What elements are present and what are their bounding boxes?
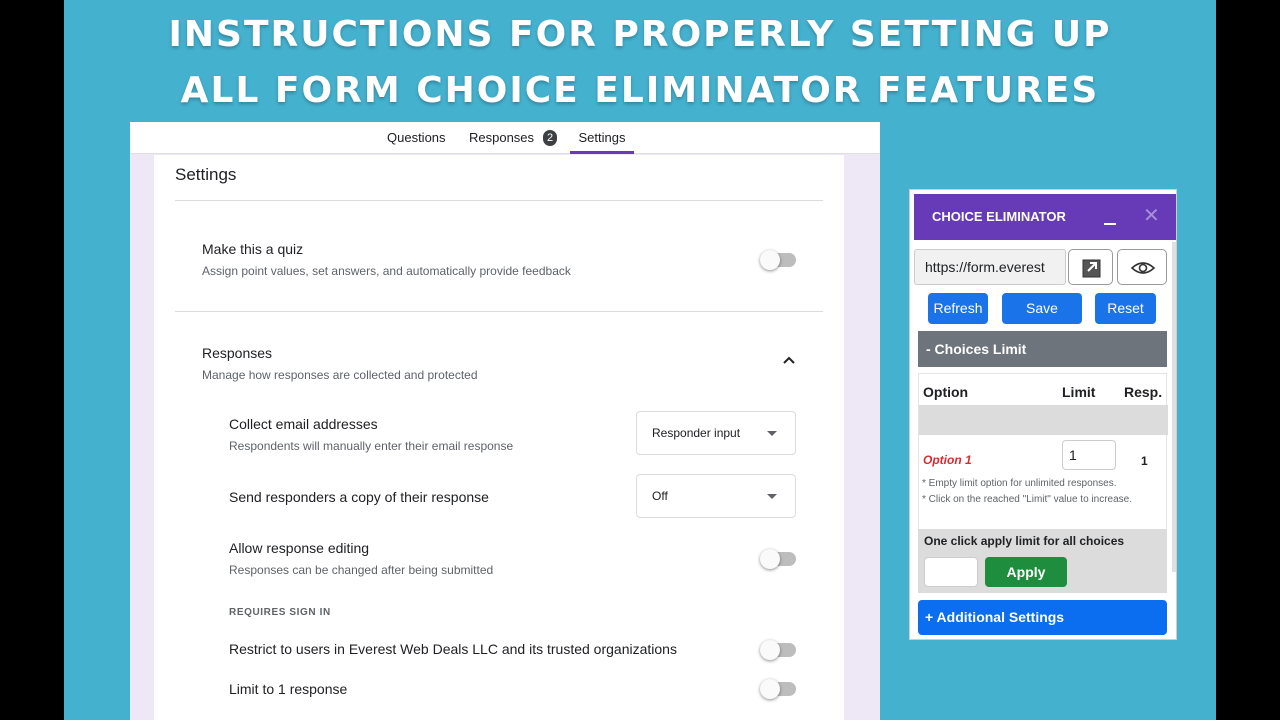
- one-click-apply-label: One click apply limit for all choices: [924, 534, 1125, 548]
- allow-editing-toggle[interactable]: [760, 549, 796, 569]
- banner-title-line-2: ALL FORM CHOICE ELIMINATOR FEATURES: [180, 70, 1100, 111]
- form-settings-panel: Questions Responses 2 Settings Settings …: [130, 122, 880, 720]
- question-row: [919, 405, 1168, 435]
- send-copy-select[interactable]: Off: [636, 474, 796, 518]
- chevron-up-icon[interactable]: [781, 352, 797, 368]
- open-form-button[interactable]: [1068, 249, 1113, 285]
- dropdown-arrow-icon: [767, 494, 777, 499]
- allow-editing-title: Allow response editing: [229, 540, 370, 556]
- limit-one-response-toggle[interactable]: [760, 679, 796, 699]
- collect-email-select-value: Responder input: [652, 426, 741, 440]
- collect-email-select[interactable]: Responder input: [636, 411, 796, 455]
- settings-heading: Settings: [175, 165, 237, 184]
- requires-sign-in-label: REQUIRES SIGN IN: [229, 607, 331, 618]
- preview-form-button[interactable]: [1117, 249, 1167, 285]
- restrict-users-toggle[interactable]: [760, 640, 796, 660]
- tab-responses[interactable]: Responses: [469, 122, 534, 154]
- collect-email-subtitle: Respondents will manually enter their em…: [229, 439, 514, 453]
- reset-button[interactable]: Reset: [1095, 293, 1156, 324]
- send-copy-title: Send responders a copy of their response: [229, 489, 489, 505]
- save-button[interactable]: Save: [1002, 293, 1082, 324]
- option-label: Option 1: [923, 453, 972, 467]
- divider: [175, 200, 823, 201]
- one-click-apply-section: One click apply limit for all choices Ap…: [918, 529, 1167, 593]
- choice-eliminator-header: CHOICE ELIMINATOR ✕: [914, 194, 1176, 240]
- choice-eliminator-panel: CHOICE ELIMINATOR ✕ Refresh Save Reset -…: [909, 189, 1177, 640]
- limit-one-response-title: Limit to 1 response: [229, 681, 348, 697]
- apply-button[interactable]: Apply: [985, 557, 1067, 587]
- choice-eliminator-title: CHOICE ELIMINATOR: [932, 209, 1066, 224]
- send-copy-select-value: Off: [652, 489, 668, 503]
- dropdown-arrow-icon: [767, 431, 777, 436]
- tab-questions[interactable]: Questions: [387, 122, 446, 154]
- column-header-option: Option: [923, 384, 969, 400]
- form-url-input[interactable]: [914, 249, 1066, 285]
- quiz-setting-subtitle: Assign point values, set answers, and au…: [202, 264, 571, 278]
- tab-settings[interactable]: Settings: [570, 122, 634, 154]
- banner-title-line-1: INSTRUCTIONS FOR PROPERLY SETTING UP: [168, 14, 1112, 55]
- responses-section-subtitle: Manage how responses are collected and p…: [202, 368, 478, 382]
- external-link-icon: [1082, 259, 1101, 278]
- settings-card: Settings Make this a quiz Assign point v…: [154, 155, 844, 720]
- help-note: * Click on the reached "Limit" value to …: [922, 494, 1132, 505]
- divider: [175, 311, 823, 312]
- quiz-setting-title: Make this a quiz: [202, 241, 304, 257]
- collect-email-title: Collect email addresses: [229, 416, 378, 432]
- choices-limit-section-toggle[interactable]: - Choices Limit: [918, 331, 1167, 367]
- column-header-limit: Limit: [1062, 384, 1096, 400]
- one-click-limit-input[interactable]: [924, 557, 978, 587]
- minimize-icon[interactable]: [1103, 208, 1117, 226]
- responses-section-title: Responses: [202, 345, 273, 361]
- eye-icon: [1130, 262, 1156, 274]
- responses-count-badge: 2: [543, 130, 557, 146]
- quiz-toggle[interactable]: [760, 250, 796, 270]
- option-response-count: 1: [1141, 454, 1148, 468]
- panel-scrollbar[interactable]: [1172, 242, 1176, 572]
- restrict-users-title: Restrict to users in Everest Web Deals L…: [229, 641, 677, 657]
- help-note: * Empty limit option for unlimited respo…: [922, 478, 1117, 489]
- option-limit-input[interactable]: [1062, 440, 1116, 470]
- close-icon[interactable]: ✕: [1143, 203, 1160, 228]
- video-frame: INSTRUCTIONS FOR PROPERLY SETTING UP ALL…: [64, 0, 1216, 720]
- column-header-resp: Resp.: [1124, 384, 1163, 400]
- additional-settings-toggle[interactable]: + Additional Settings: [918, 600, 1167, 635]
- refresh-button[interactable]: Refresh: [928, 293, 988, 324]
- form-tabs: Questions Responses 2 Settings: [130, 122, 880, 154]
- allow-editing-subtitle: Responses can be changed after being sub…: [229, 563, 494, 577]
